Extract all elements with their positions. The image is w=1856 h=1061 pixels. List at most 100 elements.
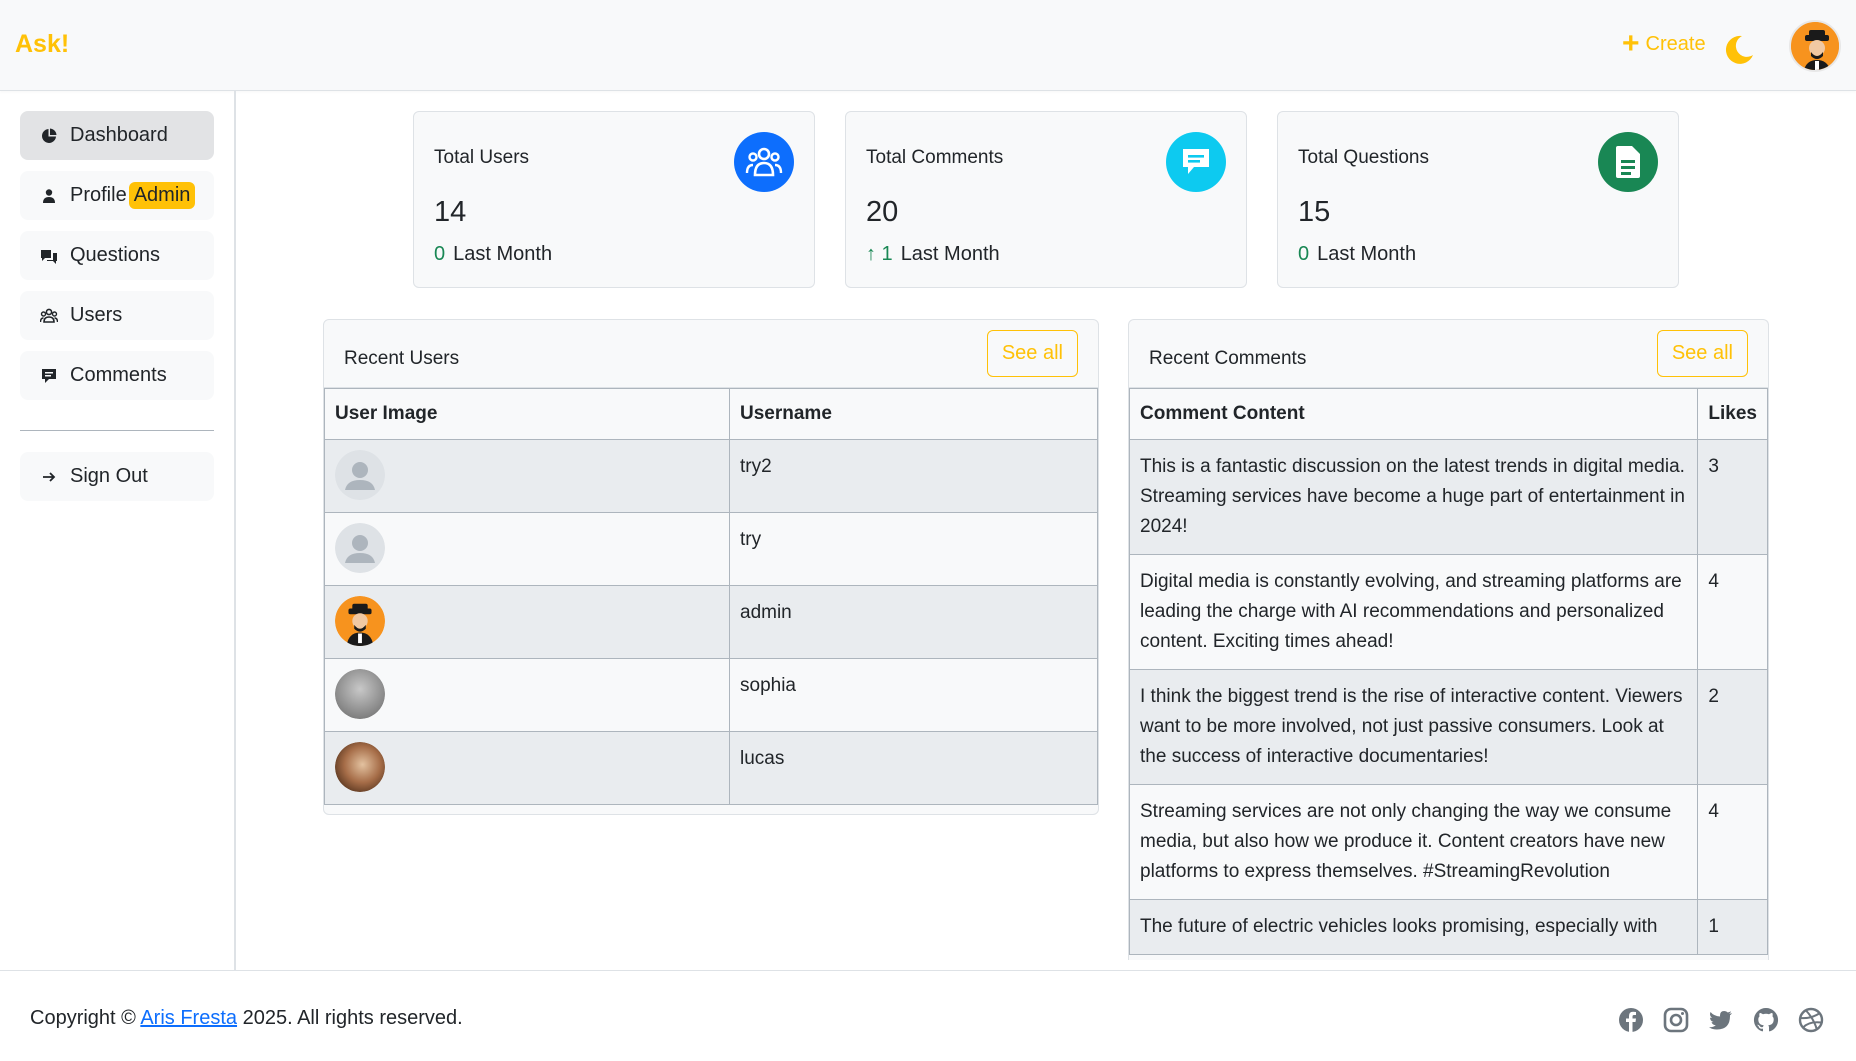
admin-badge: Admin xyxy=(128,182,196,209)
sidebar-item-label: Profile xyxy=(70,184,127,206)
user-image-cell xyxy=(324,658,730,732)
signout-button[interactable]: Sign Out xyxy=(20,452,214,501)
users-icon xyxy=(734,132,794,192)
create-label: Create xyxy=(1645,33,1706,55)
people-icon xyxy=(40,307,58,325)
avatar xyxy=(335,742,385,792)
sidebar: Dashboard Profile Admin Questions Users … xyxy=(0,91,236,971)
see-all-users-button[interactable]: See all xyxy=(986,330,1078,377)
comment-content-cell: Streaming services are not only changing… xyxy=(1129,784,1699,900)
recent-comments-title: Recent Comments xyxy=(1149,348,1307,369)
social-links xyxy=(1618,1007,1824,1033)
table-row[interactable]: This is a fantastic discussion on the la… xyxy=(1129,439,1768,555)
table-row[interactable]: try xyxy=(324,512,1098,586)
likes-cell: 4 xyxy=(1697,784,1768,900)
comment-content-cell: The future of electric vehicles looks pr… xyxy=(1129,899,1699,955)
person-icon xyxy=(40,187,58,205)
chat-squares-icon xyxy=(40,247,58,265)
plus-icon: + xyxy=(1622,26,1640,60)
sidebar-item-label: Comments xyxy=(70,364,167,386)
instagram-icon[interactable] xyxy=(1663,1007,1689,1033)
stat-title: Total Users xyxy=(434,147,530,168)
dribbble-icon[interactable] xyxy=(1798,1007,1824,1033)
likes-cell: 1 xyxy=(1697,899,1768,955)
comment-icon xyxy=(40,367,58,385)
sidebar-item-label: Users xyxy=(70,304,123,326)
stat-change-value: 0 xyxy=(434,243,446,265)
comment-content-cell: I think the biggest trend is the rise of… xyxy=(1129,669,1699,785)
column-header: Username xyxy=(729,388,1098,440)
stat-period: Last Month xyxy=(453,243,553,265)
avatar xyxy=(335,669,385,719)
footer: Copyright © Aris Fresta 2025. All rights… xyxy=(0,970,1856,1061)
moon-icon[interactable] xyxy=(1722,33,1756,67)
stat-period: Last Month xyxy=(900,243,1000,265)
stat-title: Total Comments xyxy=(866,147,1004,168)
table-row[interactable]: I think the biggest trend is the rise of… xyxy=(1129,669,1768,785)
user-image-cell xyxy=(324,585,730,659)
stat-value: 20 xyxy=(866,196,899,228)
sidebar-item-questions[interactable]: Questions xyxy=(20,231,214,280)
comment-icon xyxy=(1166,132,1226,192)
sidebar-item-dashboard[interactable]: Dashboard xyxy=(20,111,214,160)
avatar xyxy=(335,450,385,500)
recent-users-panel: Recent Users See all User Image Username… xyxy=(323,319,1099,815)
comment-content-cell: This is a fantastic discussion on the la… xyxy=(1129,439,1699,555)
stat-card-comments: Total Comments 20 ↑ 1 Last Month xyxy=(845,111,1247,288)
username-cell: admin xyxy=(729,585,1098,659)
stat-change: 0 Last Month xyxy=(1298,243,1416,266)
username-cell: sophia xyxy=(729,658,1098,732)
stat-period: Last Month xyxy=(1317,243,1417,265)
likes-cell: 2 xyxy=(1697,669,1768,785)
table-row[interactable]: Streaming services are not only changing… xyxy=(1129,784,1768,900)
copyright-text: Copyright © Aris Fresta 2025. All rights… xyxy=(30,1007,463,1030)
stat-title: Total Questions xyxy=(1298,147,1429,168)
column-header: User Image xyxy=(324,388,730,440)
brand-logo[interactable]: Ask! xyxy=(15,30,69,59)
header-avatar[interactable] xyxy=(1789,20,1841,72)
likes-cell: 3 xyxy=(1697,439,1768,555)
twitter-icon[interactable] xyxy=(1708,1007,1734,1033)
sidebar-item-label: Dashboard xyxy=(70,124,168,146)
see-all-comments-button[interactable]: See all xyxy=(1656,330,1748,377)
stat-value: 14 xyxy=(434,196,467,228)
stat-card-questions: Total Questions 15 0 Last Month xyxy=(1277,111,1679,288)
user-image-cell xyxy=(324,731,730,805)
sidebar-item-label: Questions xyxy=(70,244,161,266)
recent-users-header: Recent Users See all xyxy=(324,320,1098,388)
pie-chart-icon xyxy=(40,127,58,145)
table-row[interactable]: try2 xyxy=(324,439,1098,513)
table-row[interactable]: Digital media is constantly evolving, an… xyxy=(1129,554,1768,670)
recent-users-table: User Image Username try2 try admin sophi… xyxy=(324,388,1098,805)
stat-change-value: 0 xyxy=(1298,243,1310,265)
stat-change: 0 Last Month xyxy=(434,243,552,266)
table-row[interactable]: admin xyxy=(324,585,1098,659)
facebook-icon[interactable] xyxy=(1618,1007,1644,1033)
username-cell: try2 xyxy=(729,439,1098,513)
recent-comments-panel: Recent Comments See all Comment Content … xyxy=(1128,319,1769,960)
username-cell: try xyxy=(729,512,1098,586)
stat-value: 15 xyxy=(1298,196,1331,228)
user-image-cell xyxy=(324,439,730,513)
arrow-right-icon xyxy=(40,468,58,486)
stat-change: ↑ 1 Last Month xyxy=(866,243,1000,266)
sidebar-item-profile[interactable]: Profile Admin xyxy=(20,171,214,220)
avatar xyxy=(335,523,385,573)
table-row[interactable]: lucas xyxy=(324,731,1098,805)
table-row[interactable]: The future of electric vehicles looks pr… xyxy=(1129,899,1768,955)
likes-cell: 4 xyxy=(1697,554,1768,670)
document-icon xyxy=(1598,132,1658,192)
table-row[interactable]: sophia xyxy=(324,658,1098,732)
author-link[interactable]: Aris Fresta xyxy=(140,1007,237,1029)
sidebar-item-users[interactable]: Users xyxy=(20,291,214,340)
create-button[interactable]: + Create xyxy=(1622,26,1706,60)
sidebar-item-comments[interactable]: Comments xyxy=(20,351,214,400)
top-navbar: Ask! + Create xyxy=(0,0,1856,91)
github-icon[interactable] xyxy=(1753,1007,1779,1033)
recent-comments-table: Comment Content Likes This is a fantasti… xyxy=(1129,388,1768,955)
sidebar-divider xyxy=(20,430,214,431)
column-header: Likes xyxy=(1697,388,1768,440)
recent-users-title: Recent Users xyxy=(344,348,460,369)
copyright-prefix: Copyright © xyxy=(30,1007,136,1029)
copyright-suffix: 2025. All rights reserved. xyxy=(242,1007,463,1029)
